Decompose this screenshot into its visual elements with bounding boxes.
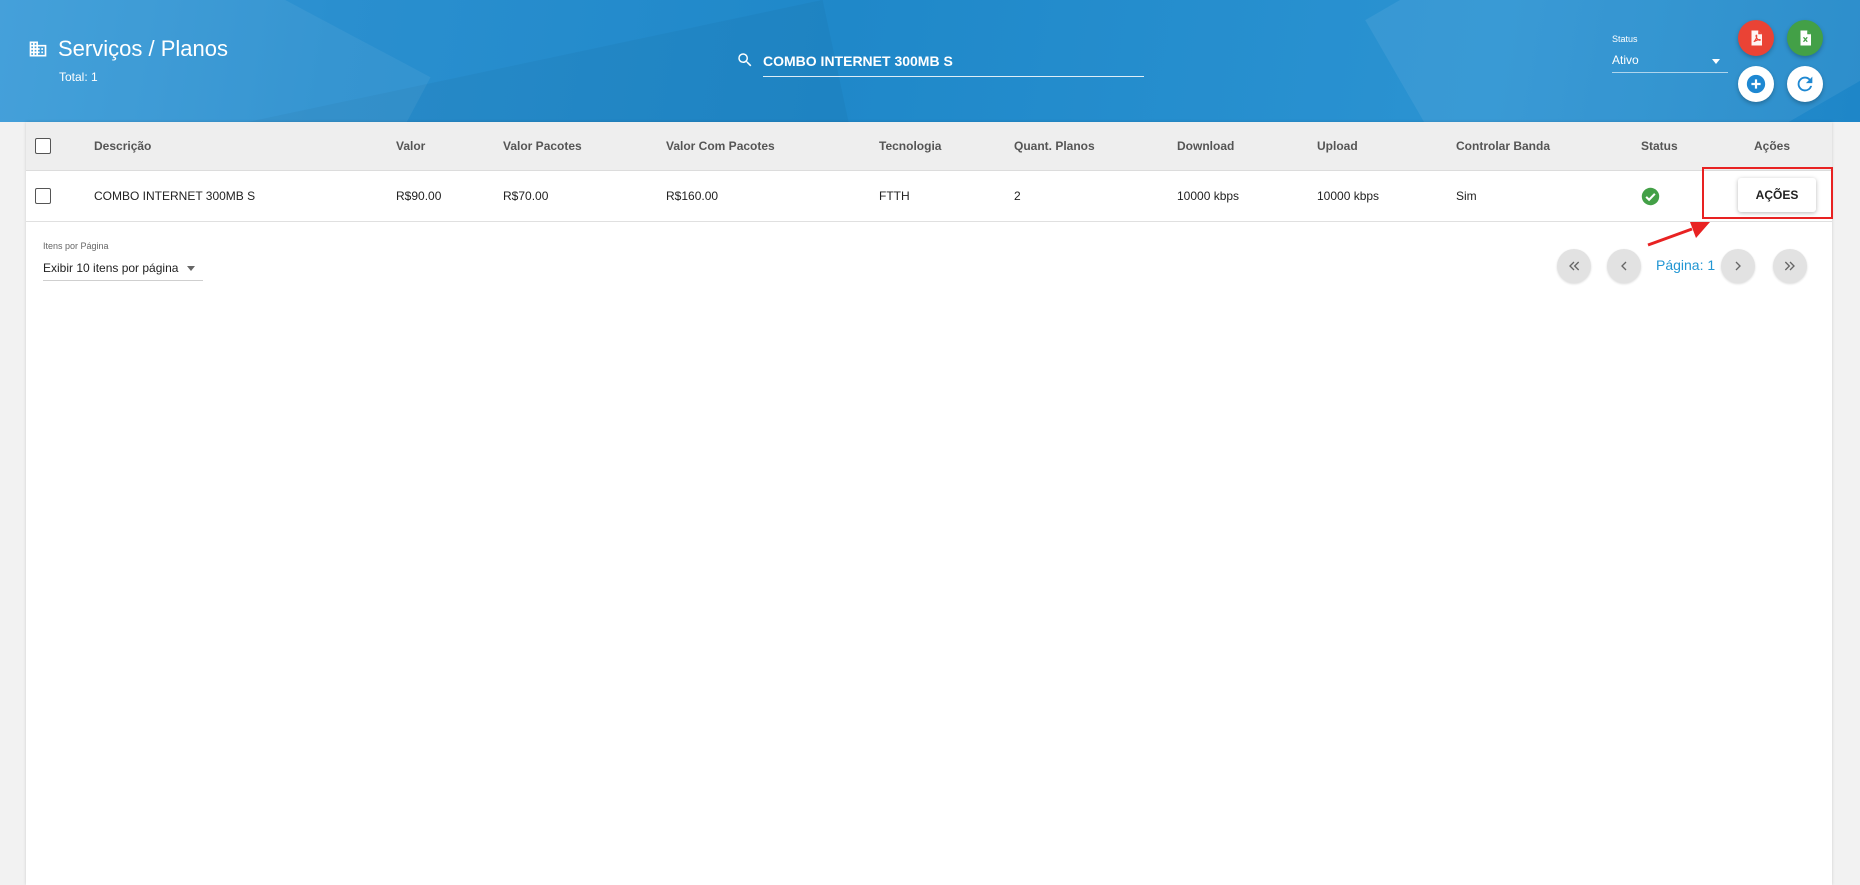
cell-descricao: COMBO INTERNET 300MB S xyxy=(94,189,256,203)
column-header-acoes: Ações xyxy=(1754,139,1791,153)
table-header: Descrição Valor Valor Pacotes Valor Com … xyxy=(26,122,1832,171)
chevron-right-icon xyxy=(1735,261,1741,271)
title-group: Serviços / Planos xyxy=(28,36,228,62)
dropdown-caret-icon xyxy=(187,266,195,271)
cell-valor-pacotes: R$70.00 xyxy=(503,189,549,203)
search-bar xyxy=(736,46,1146,78)
double-chevron-left-icon xyxy=(1569,261,1580,271)
status-select-value: Ativo xyxy=(1612,53,1639,67)
cell-tecnologia: FTTH xyxy=(879,189,910,203)
cell-upload: 10000 kbps xyxy=(1317,189,1380,203)
total-count: Total: 1 xyxy=(59,70,98,84)
dropdown-caret-icon xyxy=(1712,59,1720,64)
status-select[interactable]: Ativo xyxy=(1612,50,1728,73)
status-filter-label: Status xyxy=(1612,34,1638,44)
cell-download: 10000 kbps xyxy=(1177,189,1240,203)
refresh-icon xyxy=(1797,76,1813,92)
cell-quant-planos: 2 xyxy=(1014,189,1021,203)
page-header: Serviços / Planos Total: 1 Status Ativo xyxy=(0,0,1860,122)
column-header-status[interactable]: Status xyxy=(1641,122,1678,170)
spreadsheet-icon xyxy=(1800,30,1811,46)
status-filter[interactable]: Status Ativo xyxy=(1612,34,1728,73)
column-header-tecnologia[interactable]: Tecnologia xyxy=(879,122,941,170)
items-per-page-select[interactable]: Exibir 10 itens por página xyxy=(43,258,203,281)
building-icon xyxy=(29,41,47,57)
pdf-icon xyxy=(1751,30,1762,46)
chevron-left-icon xyxy=(1621,261,1627,271)
page-indicator: Página: 1 xyxy=(1656,257,1716,273)
column-header-upload[interactable]: Upload xyxy=(1317,122,1358,170)
plans-card: Descrição Valor Valor Pacotes Valor Com … xyxy=(26,122,1832,885)
column-header-valor-pacotes[interactable]: Valor Pacotes xyxy=(503,122,582,170)
double-chevron-right-icon xyxy=(1784,261,1795,271)
column-header-valor[interactable]: Valor xyxy=(396,122,425,170)
refresh-button[interactable] xyxy=(1787,66,1823,102)
check-circle-icon xyxy=(1641,187,1660,206)
previous-page-button[interactable] xyxy=(1607,249,1641,283)
items-per-page-label: Itens por Página xyxy=(43,241,109,251)
cell-valor: R$90.00 xyxy=(396,189,442,203)
column-header-quant-planos[interactable]: Quant. Planos xyxy=(1014,122,1095,170)
row-checkbox[interactable] xyxy=(35,188,51,204)
search-icon xyxy=(738,53,752,67)
cell-controlar-banda: Sim xyxy=(1456,189,1477,203)
first-page-button[interactable] xyxy=(1557,249,1591,283)
red-arrow-annotation xyxy=(1647,222,1710,247)
table-row: COMBO INTERNET 300MB S R$90.00 R$70.00 R… xyxy=(26,171,1832,222)
next-page-button[interactable] xyxy=(1721,249,1755,283)
items-per-page-value: Exibir 10 itens por página xyxy=(43,261,179,275)
column-header-valor-com-pacotes[interactable]: Valor Com Pacotes xyxy=(666,122,775,170)
column-header-descricao[interactable]: Descrição xyxy=(94,122,151,170)
select-all-checkbox[interactable] xyxy=(35,138,51,154)
column-header-download[interactable]: Download xyxy=(1177,122,1234,170)
actions-button[interactable]: AÇÕES xyxy=(1738,178,1816,212)
search-input[interactable] xyxy=(763,46,1144,77)
plus-circle-icon xyxy=(1746,74,1766,94)
last-page-button[interactable] xyxy=(1773,249,1807,283)
page-title: Serviços / Planos xyxy=(58,36,228,61)
add-plan-button[interactable] xyxy=(1738,66,1774,102)
export-excel-button[interactable] xyxy=(1787,20,1823,56)
export-pdf-button[interactable] xyxy=(1738,20,1774,56)
cell-valor-com-pacotes: R$160.00 xyxy=(666,189,719,203)
column-header-controlar-banda[interactable]: Controlar Banda xyxy=(1456,122,1550,170)
